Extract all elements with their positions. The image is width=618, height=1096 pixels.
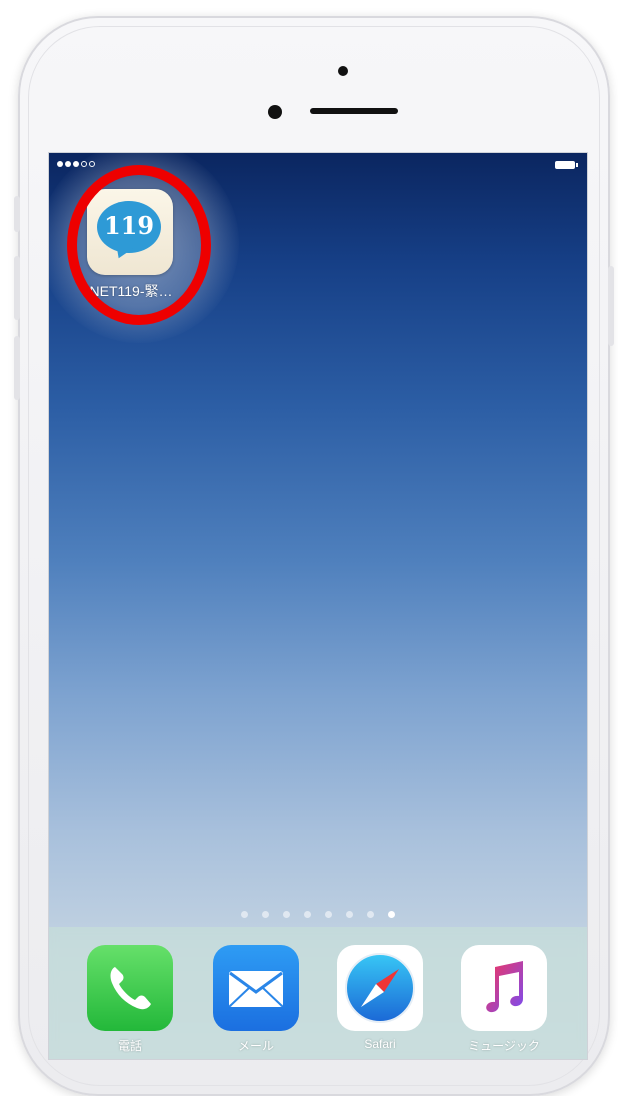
music-icon[interactable] [461, 945, 547, 1031]
volume-down-button [14, 336, 20, 400]
dock-label-music: ミュージック [468, 1039, 540, 1053]
mute-switch [14, 196, 20, 232]
page-dot[interactable] [367, 911, 374, 918]
red-highlight-circle [67, 165, 211, 325]
dock-label-mail: メール [237, 1039, 274, 1053]
safari-icon[interactable] [337, 945, 423, 1031]
page-indicator[interactable] [49, 911, 587, 918]
page-dot[interactable] [241, 911, 248, 918]
dock-app-mail[interactable]: メール [213, 945, 299, 1055]
phone-icon[interactable] [87, 945, 173, 1031]
page-dot[interactable] [262, 911, 269, 918]
power-button [608, 266, 614, 346]
volume-up-button [14, 256, 20, 320]
page-dot[interactable] [325, 911, 332, 918]
dock-app-safari[interactable]: Safari [337, 945, 423, 1055]
dock: 電話 メール Safari ミュージック [49, 927, 587, 1059]
battery-icon [555, 161, 578, 169]
home-screen: 119 NET119-緊… 電話 メール Safari ミュージック [48, 152, 588, 1060]
dock-app-music[interactable]: ミュージック [461, 945, 547, 1055]
earpiece-speaker [310, 108, 398, 114]
dock-label-safari: Safari [364, 1037, 396, 1051]
page-dot[interactable] [283, 911, 290, 918]
proximity-sensor [268, 105, 282, 119]
mail-icon[interactable] [213, 945, 299, 1031]
front-camera [338, 66, 348, 76]
dock-app-phone[interactable]: 電話 [87, 945, 173, 1055]
page-dot[interactable] [346, 911, 353, 918]
page-dot[interactable] [304, 911, 311, 918]
dock-label-phone: 電話 [117, 1039, 142, 1053]
page-dot[interactable] [388, 911, 395, 918]
